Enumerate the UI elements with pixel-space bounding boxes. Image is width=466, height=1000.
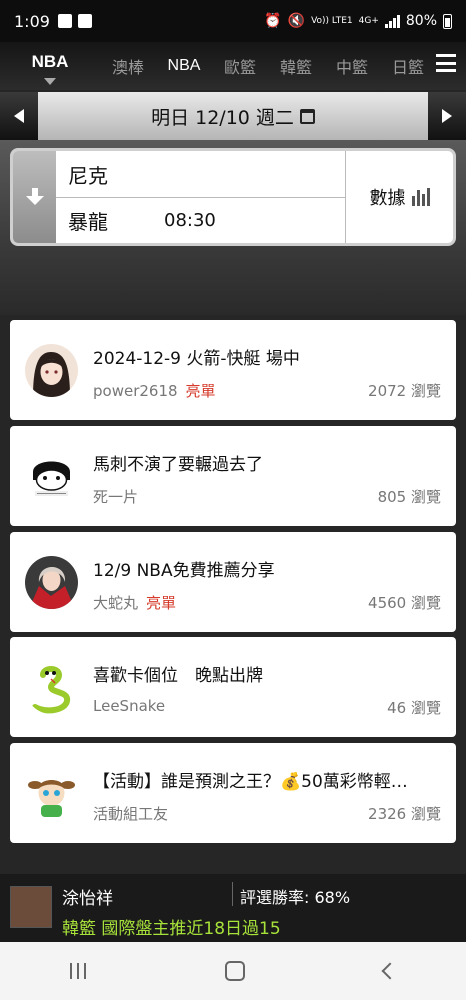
tab-korea-basketball[interactable]: 韓籃	[268, 54, 324, 78]
back-button[interactable]	[381, 962, 399, 980]
post-card[interactable]: 【活動】誰是預測之王？💰50萬彩幣輕… 活動組工友 2326 瀏覽	[10, 743, 456, 843]
next-date-button[interactable]	[428, 92, 466, 140]
arrow-down-icon	[25, 188, 44, 206]
network-label: 4G+	[358, 15, 379, 26]
tab-baseball[interactable]: 澳棒	[100, 54, 156, 78]
league-tabs: NBA 澳棒 NBA 歐籃 韓籃 中籃 日籃	[0, 42, 466, 90]
tab-active-nba[interactable]: NBA	[0, 42, 100, 90]
game-area: 尼克 暴龍 08:30 數據	[0, 140, 466, 315]
post-badge: 亮單	[146, 594, 177, 612]
tab-nba[interactable]: NBA	[156, 57, 212, 75]
post-views: 2072 瀏覽	[368, 382, 441, 400]
post-author: LeeSnake	[93, 697, 165, 715]
battery-icon	[443, 13, 452, 29]
post-author: 大蛇丸 亮單	[93, 592, 176, 613]
post-card[interactable]: 2024-12-9 火箭-快艇 場中 power2618 亮單 2072 瀏覽	[10, 320, 456, 420]
recent-apps-button[interactable]	[69, 963, 86, 979]
data-label: 數據	[369, 188, 406, 209]
avatar	[25, 767, 78, 820]
battery-text: 80%	[405, 13, 437, 29]
tab-euro-basketball[interactable]: 歐籃	[212, 54, 268, 78]
post-card[interactable]: 喜歡卡個位 晚點出牌 LeeSnake 46 瀏覽	[10, 637, 456, 737]
tab-japan-basketball[interactable]: 日籃	[380, 54, 436, 78]
prev-date-button[interactable]	[0, 92, 38, 140]
author-name: 大蛇丸	[93, 594, 139, 612]
tab-china-basketball[interactable]: 中籃	[324, 54, 380, 78]
arrow-left-icon	[14, 109, 24, 123]
post-title: 2024-12-9 火箭-快艇 場中	[93, 349, 300, 369]
tab-active-label: NBA	[31, 52, 69, 71]
home-team: 暴龍	[68, 210, 108, 234]
avatar	[25, 661, 78, 714]
game-card[interactable]: 尼克 暴龍 08:30 數據	[10, 148, 456, 246]
post-author: power2618 亮單	[93, 380, 216, 401]
divider	[232, 882, 233, 906]
away-team-row: 尼克	[56, 151, 345, 197]
game-time: 08:30	[164, 210, 216, 231]
status-right: ⏰ 🔇 Vo)) LTE1 4G+ 80%	[264, 13, 452, 29]
date-bar: 明日 12/10 週二	[0, 92, 466, 140]
alarm-icon: ⏰	[264, 13, 282, 29]
volte-label: Vo)) LTE1	[311, 15, 353, 26]
calendar-icon	[299, 108, 315, 124]
check-icon	[77, 14, 92, 28]
author-name: LeeSnake	[93, 697, 166, 715]
post-views: 805 瀏覽	[377, 488, 441, 506]
bar-chart-icon	[411, 188, 430, 206]
expand-button[interactable]	[13, 151, 56, 243]
expert-avatar	[10, 886, 52, 928]
post-views: 4560 瀏覽	[368, 594, 441, 612]
author-name: power2618	[93, 382, 178, 400]
post-views: 2326 瀏覽	[368, 805, 441, 823]
avatar	[25, 450, 78, 503]
post-title: 12/9 NBA免費推薦分享	[93, 561, 275, 581]
post-card[interactable]: 12/9 NBA免費推薦分享 大蛇丸 亮單 4560 瀏覽	[10, 532, 456, 632]
avatar	[25, 556, 78, 609]
post-title: 馬刺不演了要輾過去了	[93, 455, 263, 475]
expert-pick: 韓籃 國際盤主推近18日過15	[62, 919, 281, 939]
arrow-right-icon	[442, 109, 452, 123]
post-views: 46 瀏覽	[387, 699, 441, 717]
signal-icon	[384, 14, 400, 28]
post-author: 死一片	[93, 486, 138, 507]
post-title: 喜歡卡個位 晚點出牌	[93, 666, 263, 686]
avatar	[25, 344, 78, 397]
date-label: 明日 12/10 週二	[151, 106, 294, 129]
mute-icon: 🔇	[287, 13, 306, 29]
post-title: 【活動】誰是預測之王？💰50萬彩幣輕…	[93, 772, 408, 792]
data-button[interactable]: 數據	[345, 151, 453, 243]
menu-icon[interactable]	[436, 54, 456, 72]
status-bar: 1:09 ⏰ 🔇 Vo)) LTE1 4G+ 80%	[0, 0, 466, 42]
caret-down-icon	[44, 78, 56, 85]
expert-win-rate: 評選勝率: 68%	[240, 888, 351, 907]
author-name: 活動組工友	[93, 805, 169, 823]
expert-bar[interactable]: 涂怡祥 評選勝率: 68% 韓籃 國際盤主推近18日過15	[0, 874, 466, 942]
date-selector[interactable]: 明日 12/10 週二	[151, 103, 315, 130]
gallery-icon	[57, 14, 72, 28]
away-team: 尼克	[68, 163, 108, 188]
status-time: 1:09	[14, 11, 50, 31]
system-nav-bar	[0, 942, 466, 1000]
author-name: 死一片	[93, 488, 139, 506]
home-team-row: 暴龍 08:30	[56, 197, 345, 243]
post-card[interactable]: 馬刺不演了要輾過去了 死一片 805 瀏覽	[10, 426, 456, 526]
home-button[interactable]	[224, 961, 245, 981]
post-author: 活動組工友	[93, 803, 168, 824]
expert-name: 涂怡祥	[62, 889, 113, 909]
post-badge: 亮單	[185, 382, 216, 400]
game-teams: 尼克 暴龍 08:30	[56, 151, 345, 243]
